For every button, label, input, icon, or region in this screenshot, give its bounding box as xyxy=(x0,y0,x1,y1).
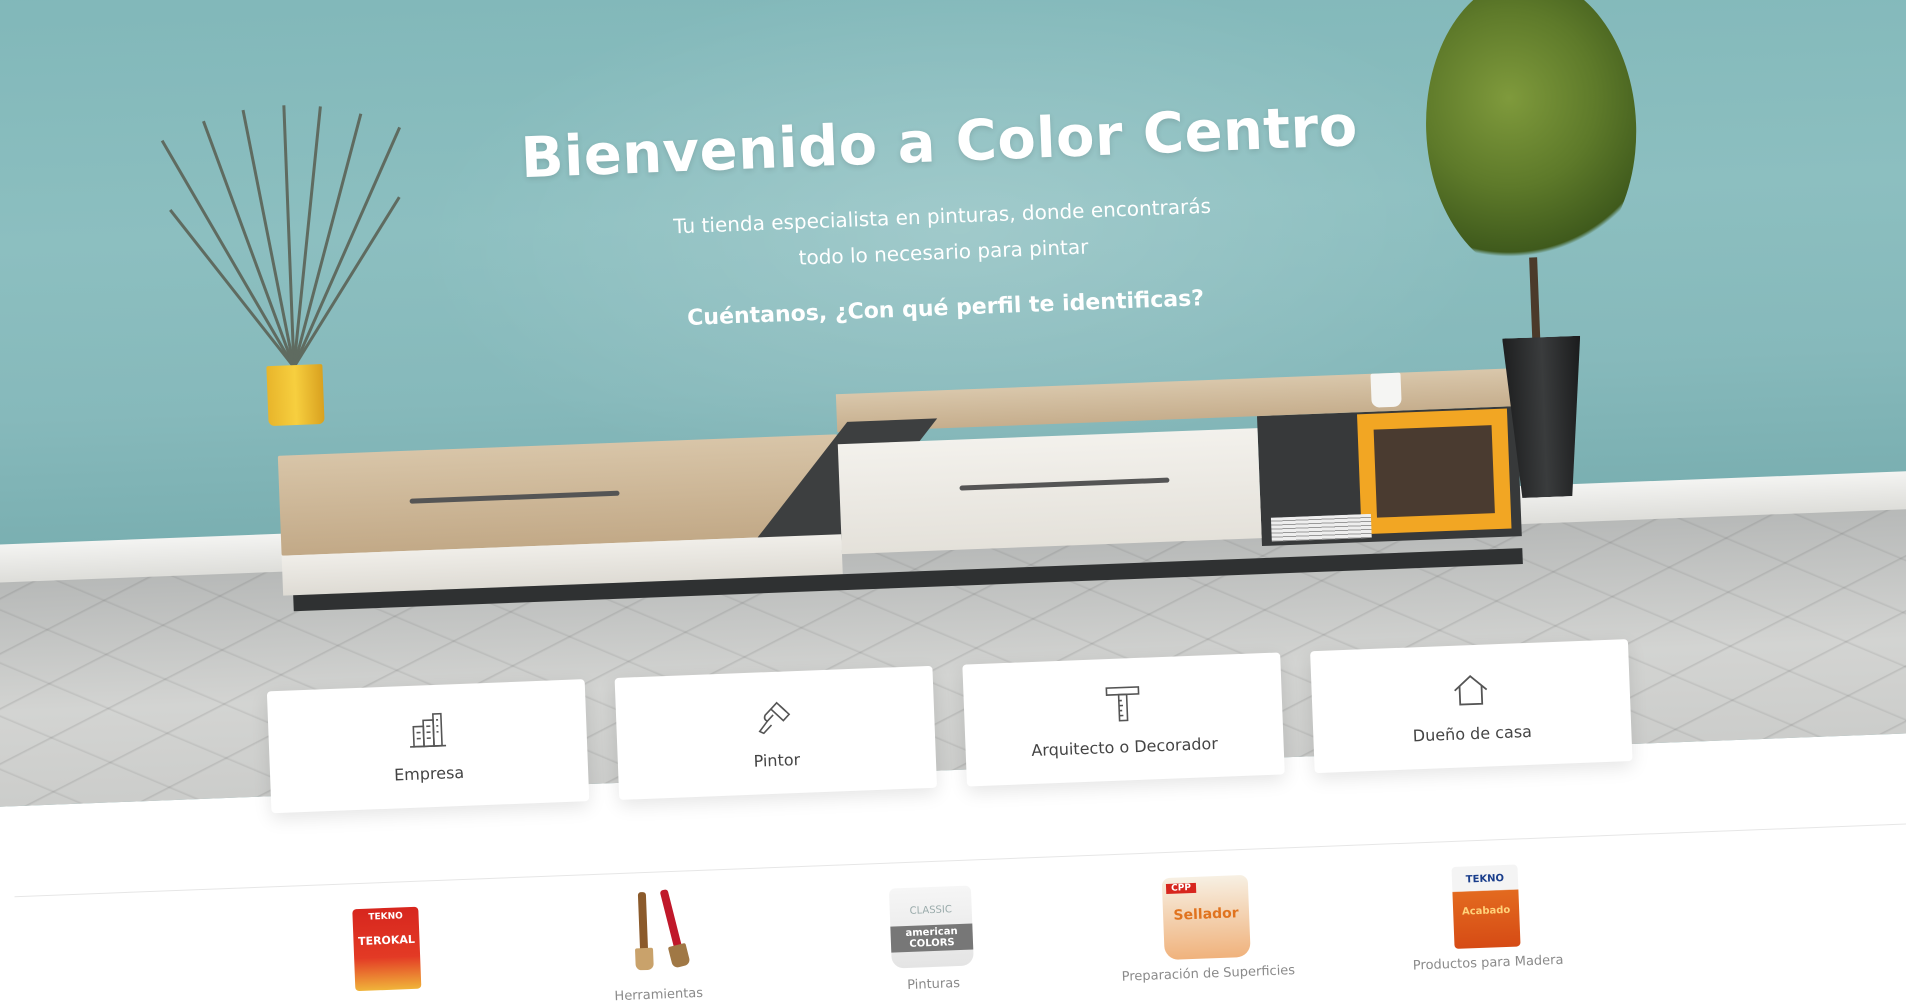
paint-brush-icon xyxy=(758,701,791,734)
acabado-can-image: TEKNO Acabado xyxy=(1439,856,1532,951)
can-product: Acabado xyxy=(1461,904,1511,918)
page-scene: Bienvenido a Color Centro Tu tienda espe… xyxy=(0,0,1906,1006)
coffee-mug xyxy=(1370,372,1402,408)
product-categories: TEKNO TEROKAL Herramientas CLASSIC ameri… xyxy=(285,850,1689,1006)
house-icon xyxy=(1454,674,1488,705)
can-brand: TEKNO xyxy=(1465,873,1505,886)
product-label xyxy=(289,994,489,1002)
bucket-brand: CPP xyxy=(1165,882,1197,894)
profile-card-arquitecto[interactable]: Arquitecto o Decorador xyxy=(962,652,1285,787)
t-square-ruler-icon xyxy=(1105,685,1140,721)
bucket-brand: CLASSIC xyxy=(909,904,953,917)
building-icon xyxy=(410,712,447,748)
product-label: Preparación de Superficies xyxy=(1121,963,1296,985)
magazines xyxy=(1270,513,1372,542)
black-pot xyxy=(1502,336,1586,499)
potted-tree xyxy=(1400,0,1680,502)
profile-card-dueno-de-casa[interactable]: Dueño de casa xyxy=(1310,639,1633,774)
hero-subtitle-line-2: todo lo necesario para pintar xyxy=(798,234,1089,270)
product-herramientas[interactable]: Herramientas xyxy=(555,886,760,1006)
can-brand: TEKNO xyxy=(368,911,403,923)
bucket-product: american COLORS xyxy=(890,923,974,953)
tv-cabinet xyxy=(276,367,1564,646)
brushes-image xyxy=(610,888,703,983)
product-terokal[interactable]: TEKNO TEROKAL xyxy=(285,896,490,1006)
profile-card-pintor[interactable]: Pintor xyxy=(614,665,938,800)
bucket-product: Sellador xyxy=(1173,905,1239,924)
terokal-can-image: TEKNO TEROKAL xyxy=(340,898,433,993)
profile-label: Arquitecto o Decorador xyxy=(1030,733,1219,760)
product-preparacion[interactable]: CPP Sellador Preparación de Superficies xyxy=(1104,865,1309,1003)
product-pinturas[interactable]: CLASSIC american COLORS Pinturas xyxy=(830,875,1035,1006)
product-label: Herramientas xyxy=(614,985,704,1005)
product-label: Pinturas xyxy=(906,975,961,993)
product-label: Productos para Madera xyxy=(1412,952,1564,974)
profile-label: Empresa xyxy=(393,762,465,785)
page: Bienvenido a Color Centro Tu tienda espe… xyxy=(0,0,1906,1006)
profile-label: Dueño de casa xyxy=(1412,721,1533,745)
profile-label: Pintor xyxy=(753,749,801,771)
can-product: TEROKAL xyxy=(357,932,416,949)
product-madera[interactable]: TEKNO Acabado Productos para Madera xyxy=(1384,854,1589,992)
sellador-bucket-image: CPP Sellador xyxy=(1159,867,1252,962)
paint-bucket-image: CLASSIC american COLORS xyxy=(885,877,978,972)
profile-card-empresa[interactable]: Empresa xyxy=(266,679,590,814)
